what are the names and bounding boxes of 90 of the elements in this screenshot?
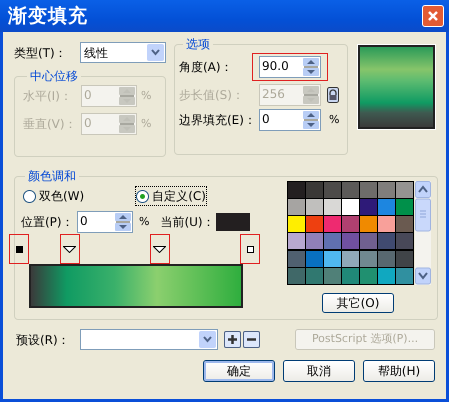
color-swatch[interactable] <box>360 268 377 284</box>
color-swatch[interactable] <box>378 250 395 267</box>
square-icon <box>246 246 254 252</box>
field-label: 角度(A)： <box>179 59 234 76</box>
field-label: 类型(T)： <box>14 44 68 62</box>
field-label: 垂直(V)： <box>23 116 78 133</box>
dialog-button[interactable]: 确定 <box>203 360 275 382</box>
unit-label: % <box>141 116 152 132</box>
triangle-icon <box>153 246 166 252</box>
close-button[interactable] <box>422 5 444 27</box>
scrollbar[interactable] <box>415 181 431 285</box>
color-swatch[interactable] <box>360 250 377 267</box>
dialog-button[interactable]: 帮助(H) <box>363 360 435 382</box>
color-swatch[interactable] <box>288 216 305 232</box>
field-label: 水平(I)： <box>23 88 73 105</box>
spin-field[interactable]: 0 <box>259 109 321 131</box>
color-swatch[interactable] <box>288 250 305 267</box>
color-swatch[interactable] <box>306 199 323 216</box>
color-swatch[interactable] <box>306 233 323 250</box>
color-swatch[interactable] <box>360 233 377 250</box>
color-swatch[interactable] <box>342 216 359 232</box>
spin-arrows-icon <box>115 213 131 231</box>
field-label: 当前(U)： <box>160 214 216 231</box>
color-swatch[interactable] <box>378 216 395 232</box>
color-swatch[interactable] <box>396 182 413 198</box>
color-swatch[interactable] <box>378 233 395 250</box>
color-swatch[interactable] <box>342 199 359 216</box>
color-swatch[interactable] <box>288 199 305 216</box>
type-dropdown[interactable]: 线性 <box>80 42 166 63</box>
unit-label: % <box>329 112 340 128</box>
triangle-icon <box>63 246 76 252</box>
color-swatch[interactable] <box>324 250 341 267</box>
color-swatch[interactable] <box>396 250 413 267</box>
spin-field[interactable]: 90.0 <box>259 56 321 78</box>
color-swatch[interactable] <box>324 182 341 198</box>
unit-label: % <box>141 88 152 104</box>
field-label: 步长值(S)： <box>179 87 245 104</box>
group-title: 颜色调和 <box>27 168 77 185</box>
add-preset-button[interactable] <box>224 331 241 348</box>
color-swatch[interactable] <box>306 250 323 267</box>
field-label: 预设(R)： <box>16 332 71 348</box>
radio-option[interactable]: 自定义(C) <box>136 187 206 205</box>
spin-arrows-icon <box>119 115 135 133</box>
group-title: 选项 <box>185 36 211 53</box>
color-swatch[interactable] <box>324 199 341 216</box>
color-swatch[interactable] <box>306 216 323 232</box>
preset-dropdown[interactable] <box>80 329 218 350</box>
color-swatch[interactable] <box>342 268 359 284</box>
plus-icon <box>227 334 238 345</box>
color-swatch[interactable] <box>288 233 305 250</box>
color-swatch[interactable] <box>288 182 305 198</box>
color-swatch[interactable] <box>360 182 377 198</box>
close-icon <box>427 10 439 22</box>
color-stop-handle[interactable] <box>240 234 260 264</box>
color-swatch[interactable] <box>342 233 359 250</box>
field-label: 边界填充(E)： <box>179 112 257 129</box>
spin-arrows-icon <box>303 58 319 76</box>
color-swatch[interactable] <box>342 250 359 267</box>
window-title: 渐变填充 <box>8 4 88 29</box>
unit-label: % <box>139 214 150 230</box>
color-swatch[interactable] <box>396 216 413 232</box>
color-swatch[interactable] <box>378 268 395 284</box>
radio-option[interactable]: 双色(W) <box>23 187 84 205</box>
color-swatch[interactable] <box>324 233 341 250</box>
color-swatch[interactable] <box>396 199 413 216</box>
square-icon <box>16 246 22 252</box>
color-swatch[interactable] <box>378 182 395 198</box>
color-stop-handle[interactable] <box>150 234 170 264</box>
color-stop-handle[interactable] <box>60 234 80 264</box>
color-swatch[interactable] <box>378 199 395 216</box>
color-swatch[interactable] <box>360 199 377 216</box>
spin-arrows-icon <box>303 111 319 129</box>
spin-arrows-icon <box>119 87 135 105</box>
color-swatch[interactable] <box>306 268 323 284</box>
field-label: 位置(P)： <box>21 214 75 231</box>
color-swatch[interactable] <box>324 216 341 232</box>
color-stop-handle[interactable] <box>9 234 29 264</box>
color-swatch[interactable] <box>396 233 413 250</box>
color-swatch[interactable] <box>342 182 359 198</box>
color-swatch[interactable] <box>324 268 341 284</box>
color-swatch[interactable] <box>306 182 323 198</box>
color-swatch[interactable] <box>396 268 413 284</box>
spin-arrows-icon <box>303 86 319 104</box>
group-title: 中心位移 <box>29 68 79 85</box>
dialog-button[interactable]: 取消 <box>283 360 355 382</box>
color-swatch[interactable] <box>360 216 377 232</box>
color-swatch[interactable] <box>288 268 305 284</box>
spin-field[interactable]: 0 <box>77 211 133 233</box>
other-button[interactable]: 其它(O) <box>322 293 394 313</box>
remove-preset-button[interactable] <box>243 331 260 348</box>
